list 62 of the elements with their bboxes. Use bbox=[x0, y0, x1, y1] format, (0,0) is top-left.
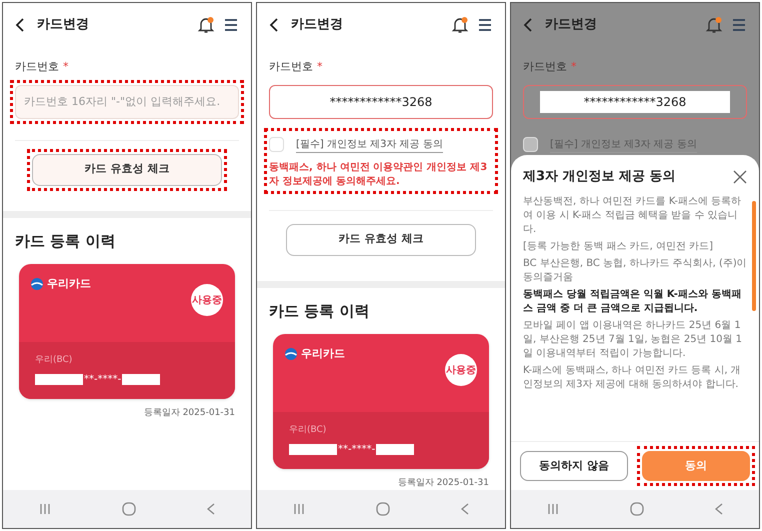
redaction-bar bbox=[122, 374, 160, 384]
dialog-paragraph: [등록 가능한 동백 패스 카드, 여민전 카드] bbox=[523, 240, 714, 254]
field-label: 카드번호 bbox=[523, 59, 567, 75]
redaction-bar bbox=[376, 444, 414, 454]
registration-date: 등록일자 2025-01-31 bbox=[142, 406, 236, 420]
dialog-paragraph: 동백패스 당월 적립금액은 익월 K-패스와 동백패스 금액 중 더 큰 금액으로 지급됩니다. bbox=[523, 288, 742, 316]
back-nav-icon[interactable] bbox=[207, 503, 216, 515]
checkbox[interactable] bbox=[523, 137, 538, 152]
recent-apps-icon[interactable] bbox=[292, 503, 305, 515]
card-check-button[interactable]: 카드 유효성 체크 bbox=[286, 224, 476, 256]
recent-apps-icon[interactable] bbox=[546, 503, 559, 515]
page-title: 카드변경 bbox=[291, 16, 343, 34]
home-icon[interactable] bbox=[376, 502, 390, 516]
card-check-button[interactable]: 카드 유효성 체크 bbox=[32, 154, 222, 186]
status-badge: 사용중 bbox=[191, 284, 223, 316]
page-title: 카드변경 bbox=[37, 16, 89, 34]
registration-date: 등록일자 2025-01-31 bbox=[396, 476, 490, 490]
card-number-field[interactable]: ************3268 bbox=[523, 84, 747, 118]
back-icon[interactable] bbox=[15, 17, 25, 33]
consent-label[interactable]: [필수] 개인정보 제3자 제공 동의 bbox=[296, 136, 443, 152]
field-label: 카드번호 bbox=[15, 59, 59, 75]
card-issuer: 우리(BC) bbox=[289, 424, 328, 437]
card-issuer: 우리(BC) bbox=[35, 354, 74, 367]
redaction-bar bbox=[35, 374, 83, 384]
required-mark: * bbox=[317, 59, 322, 75]
card-number-field[interactable]: 카드번호 16자리 "-"없이 입력해주세요. bbox=[15, 84, 239, 118]
section-title: 카드 등록 이력 bbox=[14, 230, 116, 252]
card[interactable]: 우리카드 사용중 우리(BC) **-****- bbox=[273, 334, 489, 468]
dialog-paragraph: BC 부산은행, BC 농협, 하나카드 주식회사, (주)이동의즐거움 bbox=[523, 256, 747, 284]
status-badge: 사용중 bbox=[445, 354, 477, 386]
bell-icon[interactable] bbox=[197, 16, 215, 34]
error-message: 동백패스, 하나 여민전 이용약관인 개인정보 제3자 정보제공에 동의해주세요. bbox=[269, 160, 488, 188]
close-icon[interactable] bbox=[733, 170, 747, 184]
card-number: **-****- bbox=[83, 372, 122, 386]
redaction-bar bbox=[289, 444, 337, 454]
home-icon[interactable] bbox=[122, 502, 136, 516]
card-number: **-****- bbox=[337, 442, 376, 456]
section-title: 카드 등록 이력 bbox=[268, 300, 370, 322]
checkbox[interactable] bbox=[269, 137, 284, 152]
field-label: 카드번호 bbox=[269, 59, 313, 75]
card[interactable]: 우리카드 사용중 우리(BC) **-****- bbox=[19, 264, 235, 398]
bell-icon[interactable] bbox=[451, 16, 469, 34]
card-logo-icon bbox=[285, 348, 297, 360]
decline-button[interactable]: 동의하지 않음 bbox=[520, 451, 628, 481]
required-mark: * bbox=[571, 59, 576, 75]
page-title: 카드변경 bbox=[545, 16, 597, 34]
card-number-field[interactable]: ************3268 bbox=[269, 84, 493, 118]
back-nav-icon[interactable] bbox=[715, 503, 724, 515]
card-brand: 우리카드 bbox=[47, 276, 91, 292]
back-nav-icon[interactable] bbox=[461, 503, 470, 515]
recent-apps-icon[interactable] bbox=[38, 503, 51, 515]
required-mark: * bbox=[63, 59, 68, 75]
dialog-paragraph: 부산동백전, 하나 여민전 카드를 K-패스에 등록하여 이용 시 K-패스 적립금 혜택을 받을 수 있습니다. bbox=[523, 194, 742, 236]
dialog-paragraph: 모바일 페이 앱 이용내역은 하나카드 25년 6월 1일, 부산은행 25년 7월 1일, 농협은 25년 10월 1일 이용내역부터 적립이 가능합니다. bbox=[523, 318, 744, 360]
dialog-title: 제3자 개인정보 제공 동의 bbox=[523, 168, 676, 186]
card-logo-icon bbox=[31, 278, 43, 290]
menu-icon[interactable] bbox=[477, 17, 493, 33]
menu-icon[interactable] bbox=[223, 17, 239, 33]
back-icon[interactable] bbox=[269, 17, 279, 33]
home-icon[interactable] bbox=[630, 502, 644, 516]
card-brand: 우리카드 bbox=[301, 346, 345, 362]
dialog-paragraph: K-패스에 동백패스, 하나 여민전 카드 등록 시, 개인정보의 제3자 제공에 대해 동의하셔야 합니다. bbox=[523, 364, 742, 392]
